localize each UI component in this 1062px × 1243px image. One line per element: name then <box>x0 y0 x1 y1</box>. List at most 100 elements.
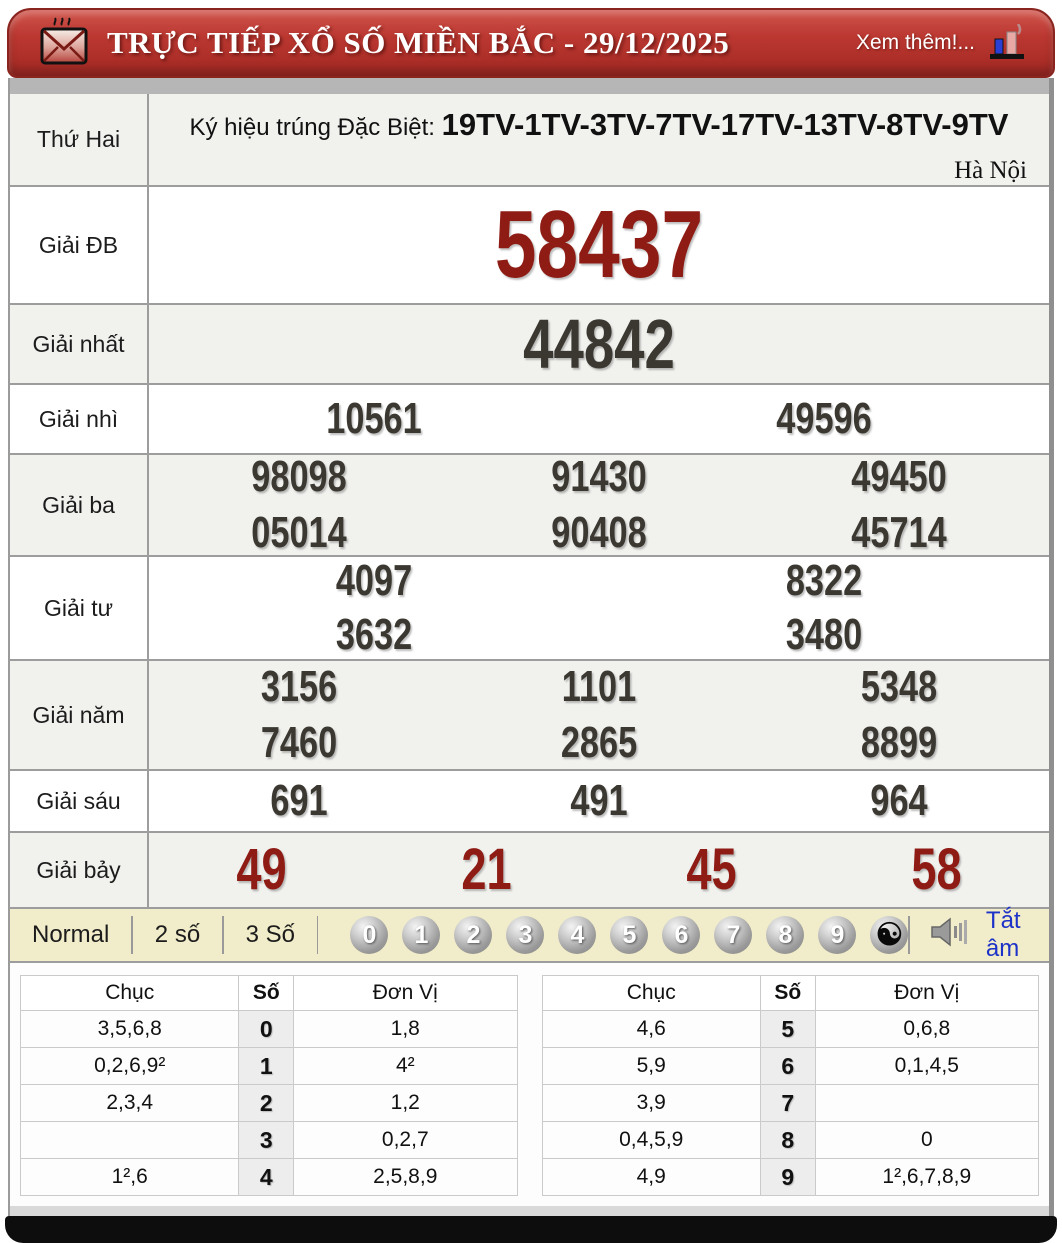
tens-cell: 2,3,4 <box>21 1085 239 1122</box>
prize-number: 491 <box>482 779 716 823</box>
tens-cell: 0,4,5,9 <box>542 1122 760 1159</box>
toolbar-divider <box>317 916 318 954</box>
prize-label: Giải tư <box>10 556 148 660</box>
stats-row: 0,2,6,9² 1 4² <box>21 1048 518 1085</box>
stats-header-row: Chục Số Đơn Vị <box>542 976 1039 1011</box>
prize-number: 8899 <box>782 721 1016 765</box>
special-sign-label: Ký hiệu trúng Đặc Biệt: <box>190 114 435 141</box>
tens-cell: 5,9 <box>542 1048 760 1085</box>
prize-number: 3632 <box>199 613 550 657</box>
prize-row-bay: Giải bảy 49 21 45 58 <box>10 832 1049 908</box>
prize-number: 45714 <box>782 511 1016 555</box>
results-table: Thứ Hai Ký hiệu trúng Đặc Biệt: 19TV-1TV… <box>10 94 1049 909</box>
prize-number: 44842 <box>248 309 950 379</box>
prize-number: 8322 <box>649 559 1000 603</box>
prize-number: 49 <box>174 841 350 899</box>
stats-table-left: Chục Số Đơn Vị 3,5,6,8 0 1,8 0,2,6,9² 1 … <box>20 975 518 1196</box>
prize-number: 3480 <box>649 613 1000 657</box>
weekday-label: Thứ Hai <box>10 94 148 186</box>
col-header-tens: Chục <box>542 976 760 1011</box>
ball-2[interactable]: 2 <box>454 916 492 954</box>
header-bar: TRỰC TIẾP XỔ SỐ MIỀN BẮC - 29/12/2025 Xe… <box>7 8 1055 78</box>
prize-number: 4097 <box>199 559 550 603</box>
prize-label: Giải năm <box>10 660 148 770</box>
ball-6[interactable]: 6 <box>662 916 700 954</box>
stats-row: 3,5,6,8 0 1,8 <box>21 1011 518 1048</box>
prize-row-db: Giải ĐB 58437 <box>10 186 1049 304</box>
prize-row-sau: Giải sáu 691 491 964 <box>10 770 1049 832</box>
digit-cell: 7 <box>760 1085 815 1122</box>
units-cell: 0 <box>815 1122 1038 1159</box>
prize-number: 98098 <box>182 455 416 499</box>
main-panel: Thứ Hai Ký hiệu trúng Đặc Biệt: 19TV-1TV… <box>8 78 1054 1216</box>
info-row: Thứ Hai Ký hiệu trúng Đặc Biệt: 19TV-1TV… <box>10 94 1049 186</box>
tens-cell: 1²,6 <box>21 1159 239 1196</box>
toolbar-divider <box>908 916 909 954</box>
digit-cell: 4 <box>239 1159 294 1196</box>
mute-label: Tắt âm <box>986 907 1025 963</box>
prize-number: 49596 <box>649 397 1000 441</box>
special-sign-line: Ký hiệu trúng Đặc Biệt: 19TV-1TV-3TV-7TV… <box>149 95 1049 143</box>
units-cell: 4² <box>294 1048 517 1085</box>
speaker-icon <box>930 917 976 954</box>
stats-row: 5,9 6 0,1,4,5 <box>542 1048 1039 1085</box>
prize-row-nam: Giải năm 3156 1101 5348 7460 2865 8899 <box>10 660 1049 770</box>
units-cell: 0,2,7 <box>294 1122 517 1159</box>
units-cell: 0,1,4,5 <box>815 1048 1038 1085</box>
ball-3[interactable]: 3 <box>506 916 544 954</box>
ball-8[interactable]: 8 <box>766 916 804 954</box>
yin-yang-icon[interactable]: ☯ <box>870 916 908 954</box>
province-name: Hà Nội <box>149 143 1049 185</box>
stats-row: 1²,6 4 2,5,8,9 <box>21 1159 518 1196</box>
tens-cell: 3,5,6,8 <box>21 1011 239 1048</box>
see-more-link[interactable]: Xem thêm!... <box>856 31 975 55</box>
ball-5[interactable]: 5 <box>610 916 648 954</box>
tens-cell: 4,9 <box>542 1159 760 1196</box>
units-cell: 2,5,8,9 <box>294 1159 517 1196</box>
prize-row-nhat: Giải nhất 44842 <box>10 304 1049 384</box>
digit-cell: 1 <box>239 1048 294 1085</box>
prize-number: 5348 <box>782 665 1016 709</box>
prize-number: 2865 <box>482 721 716 765</box>
prize-number: 7460 <box>182 721 416 765</box>
units-cell: 1²,6,7,8,9 <box>815 1159 1038 1196</box>
digit-stats: Chục Số Đơn Vị 3,5,6,8 0 1,8 0,2,6,9² 1 … <box>10 963 1049 1206</box>
prize-row-tu: Giải tư 4097 8322 3632 3480 <box>10 556 1049 660</box>
digit-cell: 9 <box>760 1159 815 1196</box>
units-cell: 1,2 <box>294 1085 517 1122</box>
stats-row: 2,3,4 2 1,2 <box>21 1085 518 1122</box>
units-cell: 0,6,8 <box>815 1011 1038 1048</box>
page-title: TRỰC TIẾP XỔ SỐ MIỀN BẮC - 29/12/2025 <box>107 25 729 61</box>
tens-cell: 3,9 <box>542 1085 760 1122</box>
ball-1[interactable]: 1 <box>402 916 440 954</box>
mode-3so-button[interactable]: 3 Số <box>224 921 317 949</box>
prize-number: 691 <box>182 779 416 823</box>
units-cell <box>815 1085 1038 1122</box>
stats-row: 3,9 7 <box>542 1085 1039 1122</box>
ball-9[interactable]: 9 <box>818 916 856 954</box>
prize-label: Giải nhất <box>10 304 148 384</box>
prize-label: Giải sáu <box>10 770 148 832</box>
prize-number: 3156 <box>182 665 416 709</box>
prize-label: Giải ĐB <box>10 186 148 304</box>
footer-strip <box>10 1206 1049 1216</box>
prize-number: 90408 <box>482 511 716 555</box>
prize-number: 05014 <box>182 511 416 555</box>
ball-7[interactable]: 7 <box>714 916 752 954</box>
mute-button[interactable]: Tắt âm <box>930 907 1025 963</box>
mode-normal-button[interactable]: Normal <box>10 921 131 949</box>
digit-cell: 2 <box>239 1085 294 1122</box>
digit-cell: 3 <box>239 1122 294 1159</box>
mode-2so-button[interactable]: 2 số <box>133 921 222 949</box>
prize-number: 58 <box>849 841 1025 899</box>
prize-label: Giải nhì <box>10 384 148 454</box>
toolbar: Normal 2 số 3 Số 0 1 2 3 4 5 6 7 8 9 ☯ <box>10 909 1049 963</box>
bar-chart-icon[interactable] <box>987 24 1027 62</box>
tens-cell: 0,2,6,9² <box>21 1048 239 1085</box>
ball-0[interactable]: 0 <box>350 916 388 954</box>
ball-4[interactable]: 4 <box>558 916 596 954</box>
prize-number: 45 <box>624 841 800 899</box>
prize-number: 21 <box>399 841 575 899</box>
col-header-units: Đơn Vị <box>294 976 517 1011</box>
col-header-units: Đơn Vị <box>815 976 1038 1011</box>
